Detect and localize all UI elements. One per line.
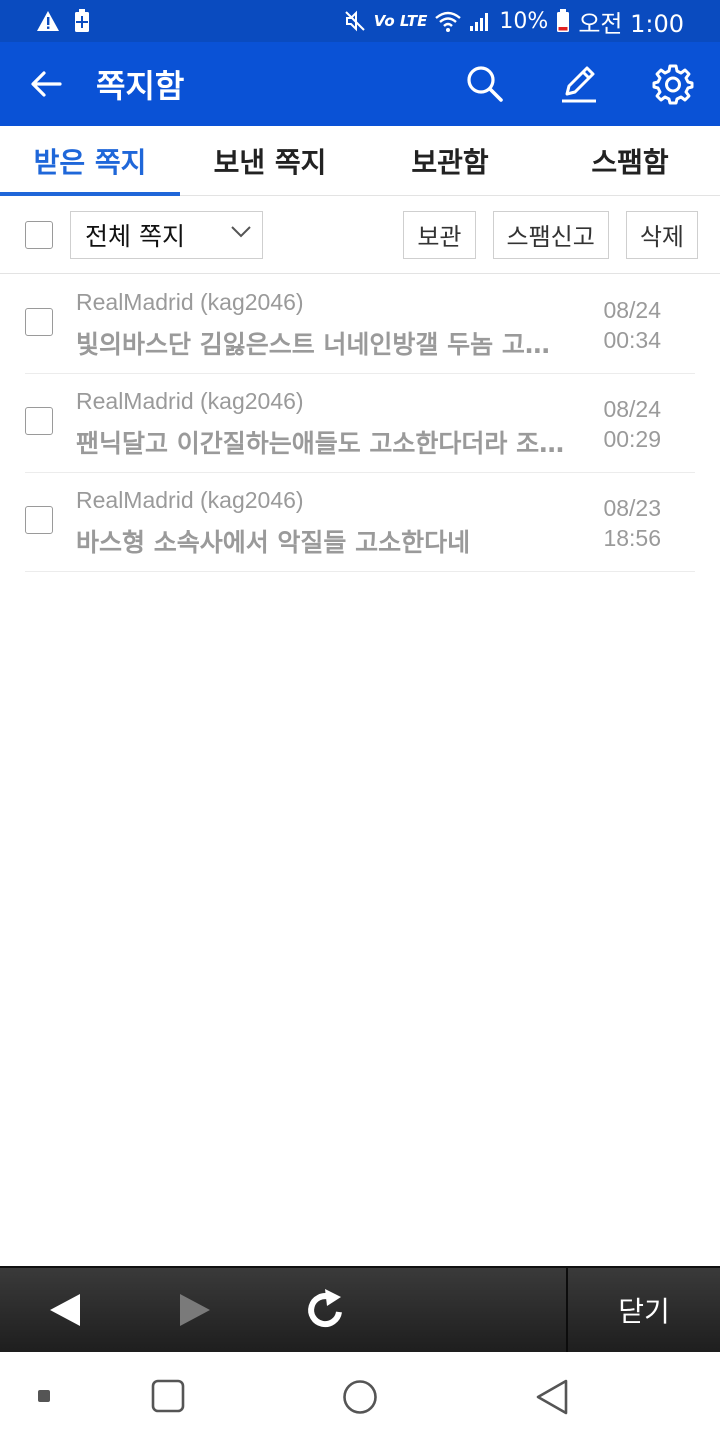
filter-select[interactable]: 전체 쪽지 bbox=[70, 210, 263, 259]
close-button[interactable]: 닫기 bbox=[568, 1268, 720, 1352]
message-list: RealMadrid (kag2046) 빛의바스단 김잃은스트 너네인방갤 두… bbox=[25, 275, 695, 572]
dot-icon bbox=[38, 1390, 50, 1402]
select-all-checkbox[interactable] bbox=[25, 220, 53, 249]
filter-select-value: 전체 쪽지 bbox=[85, 221, 185, 251]
browser-forward-button[interactable] bbox=[130, 1267, 260, 1353]
search-icon bbox=[467, 66, 503, 102]
message-subject: 빛의바스단 김잃은스트 너네인방갤 두놈 고소한다 bbox=[76, 330, 566, 359]
report-spam-button[interactable]: 스팸신고 bbox=[492, 210, 609, 259]
message-date: 08/24 00:34 bbox=[603, 295, 661, 355]
back-triangle-icon bbox=[50, 1294, 80, 1326]
back-button[interactable] bbox=[0, 42, 92, 126]
message-checkbox[interactable] bbox=[25, 407, 53, 435]
home-button[interactable] bbox=[342, 1379, 378, 1415]
chevron-down-icon bbox=[231, 225, 251, 237]
message-date: 08/24 00:29 bbox=[603, 394, 661, 454]
signal-icon bbox=[469, 11, 491, 31]
message-checkbox[interactable] bbox=[25, 308, 53, 336]
message-toolbar: 전체 쪽지 보관 스팸신고 삭제 bbox=[0, 196, 720, 274]
message-sender: RealMadrid (kag2046) bbox=[76, 289, 304, 315]
system-back-button[interactable] bbox=[534, 1378, 570, 1416]
message-subject: 팬닉달고 이간질하는애들도 고소한다더라 조심하세요 bbox=[76, 429, 566, 458]
app-bar: 쪽지함 bbox=[0, 42, 720, 126]
archive-button[interactable]: 보관 bbox=[403, 210, 476, 259]
pencil-icon bbox=[562, 66, 596, 103]
list-item[interactable]: RealMadrid (kag2046) 빛의바스단 김잃은스트 너네인방갤 두… bbox=[25, 275, 695, 374]
battery-icon bbox=[556, 9, 570, 33]
back-arrow-icon bbox=[31, 71, 62, 97]
forward-triangle-icon bbox=[180, 1294, 210, 1326]
mailbox-tabs: 받은 쪽지 보낸 쪽지 보관함 스팸함 bbox=[0, 126, 720, 196]
home-icon bbox=[343, 1380, 377, 1414]
back-icon bbox=[536, 1379, 568, 1415]
tab-sent[interactable]: 보낸 쪽지 bbox=[180, 126, 360, 195]
battery-saver-icon bbox=[74, 9, 90, 33]
message-date: 08/23 18:56 bbox=[603, 493, 661, 553]
status-bar: Vo LTE 10% 오전 1:00 bbox=[0, 0, 720, 42]
message-date-day: 08/23 bbox=[603, 495, 661, 521]
browser-back-button[interactable] bbox=[0, 1267, 130, 1353]
browser-bottom-bar: 닫기 bbox=[0, 1266, 720, 1354]
list-item[interactable]: RealMadrid (kag2046) 바스형 소속사에서 악질들 고소한다네… bbox=[25, 473, 695, 572]
system-navigation-bar bbox=[0, 1352, 720, 1440]
message-sender: RealMadrid (kag2046) bbox=[76, 388, 304, 414]
message-date-day: 08/24 bbox=[603, 396, 661, 422]
settings-button[interactable] bbox=[626, 42, 720, 126]
page-title: 쪽지함 bbox=[96, 67, 185, 105]
search-button[interactable] bbox=[438, 42, 532, 126]
message-checkbox[interactable] bbox=[25, 506, 53, 534]
tab-spam[interactable]: 스팸함 bbox=[540, 126, 720, 195]
message-date-time: 00:34 bbox=[603, 327, 661, 353]
wifi-icon bbox=[435, 10, 462, 32]
battery-percent: 10% bbox=[499, 8, 549, 34]
browser-refresh-button[interactable] bbox=[260, 1267, 390, 1353]
gear-icon bbox=[652, 64, 694, 105]
message-sender: RealMadrid (kag2046) bbox=[76, 487, 304, 513]
volte-icon: Vo LTE bbox=[373, 12, 428, 30]
message-subject: 바스형 소속사에서 악질들 고소한다네 bbox=[76, 528, 471, 557]
recents-button[interactable] bbox=[151, 1379, 185, 1413]
refresh-icon bbox=[308, 1289, 342, 1328]
warning-icon bbox=[36, 10, 60, 32]
compose-button[interactable] bbox=[532, 42, 626, 126]
message-date-day: 08/24 bbox=[603, 297, 661, 323]
recents-icon bbox=[151, 1379, 185, 1413]
clock: 오전 1:00 bbox=[578, 9, 684, 38]
message-date-time: 18:56 bbox=[603, 525, 661, 551]
mute-icon bbox=[344, 10, 366, 32]
tab-archive[interactable]: 보관함 bbox=[360, 126, 540, 195]
delete-button[interactable]: 삭제 bbox=[625, 210, 698, 259]
tab-inbox[interactable]: 받은 쪽지 bbox=[0, 126, 180, 196]
list-item[interactable]: RealMadrid (kag2046) 팬닉달고 이간질하는애들도 고소한다더… bbox=[25, 374, 695, 473]
message-date-time: 00:29 bbox=[603, 426, 661, 452]
